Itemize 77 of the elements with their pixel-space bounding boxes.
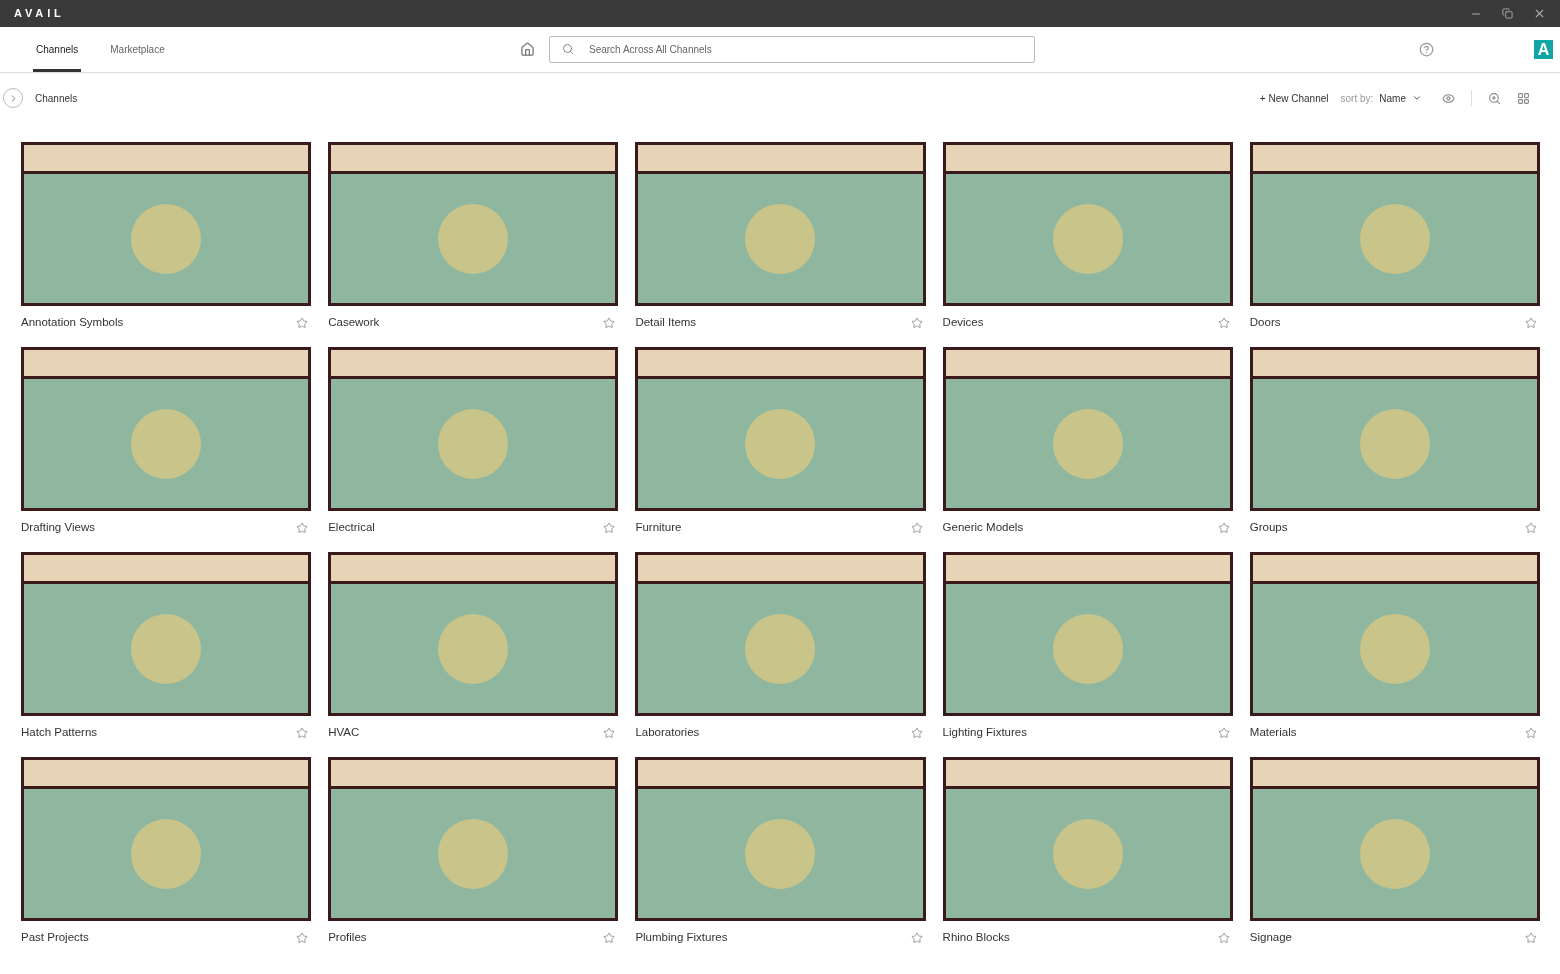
restore-icon[interactable]	[1502, 8, 1513, 19]
channel-name[interactable]: Doors	[1249, 314, 1281, 332]
channel-name[interactable]: Past Projects	[21, 929, 89, 947]
star-icon[interactable]	[1217, 522, 1230, 534]
star-icon[interactable]	[603, 317, 616, 329]
thumbnail-image[interactable]	[942, 142, 1233, 306]
thumbnail-image[interactable]	[942, 347, 1233, 511]
channel-name[interactable]: Hatch Patterns	[21, 724, 98, 742]
app-logo: AVAIL	[14, 6, 65, 22]
star-icon[interactable]	[296, 727, 309, 739]
channel-name[interactable]: Lighting Fixtures	[942, 724, 1027, 742]
thumbnail-image[interactable]	[21, 142, 312, 306]
grid-view-icon[interactable]	[1517, 91, 1530, 105]
channel-name[interactable]: Devices	[942, 314, 984, 332]
eye-icon[interactable]	[1442, 91, 1455, 105]
star-icon[interactable]	[603, 727, 616, 739]
channel-name[interactable]: Electrical	[328, 519, 375, 537]
thumbnail-image[interactable]	[1249, 142, 1540, 306]
thumbnail-image[interactable]	[942, 552, 1233, 716]
star-icon[interactable]	[1525, 317, 1537, 329]
thumbnail-image[interactable]	[328, 347, 619, 511]
star-icon[interactable]	[1217, 317, 1230, 329]
close-icon[interactable]	[1533, 7, 1546, 20]
channel-name[interactable]: Plumbing Fixtures	[635, 929, 728, 947]
star-icon[interactable]	[296, 522, 309, 534]
channel-name[interactable]: Annotation Symbols	[21, 314, 124, 332]
star-icon[interactable]	[910, 727, 923, 739]
thumbnail-image[interactable]	[1249, 757, 1540, 921]
channel-name[interactable]: Signage	[1249, 929, 1292, 947]
star-icon[interactable]	[1525, 522, 1537, 534]
star-icon[interactable]	[603, 932, 616, 944]
sort-label: sort by:	[1340, 91, 1374, 106]
caret-icon	[1412, 93, 1422, 103]
thumbnail-image[interactable]	[635, 142, 926, 306]
star-icon[interactable]	[296, 317, 309, 329]
sort-dropdown[interactable]: Name	[1379, 90, 1422, 106]
star-icon[interactable]	[603, 522, 616, 534]
thumbnail-image[interactable]	[942, 757, 1233, 921]
channel-name[interactable]: Drafting Views	[21, 519, 95, 537]
thumbnail-image[interactable]	[21, 552, 312, 716]
channel-name[interactable]: Profiles	[328, 929, 367, 947]
thumbnail-image[interactable]	[635, 552, 926, 716]
channel-name[interactable]: Materials	[1249, 724, 1297, 742]
star-icon[interactable]	[296, 932, 309, 944]
channel-name[interactable]: Casework	[328, 314, 380, 332]
star-icon[interactable]	[910, 522, 923, 534]
thumbnail-image[interactable]	[635, 757, 926, 921]
channel-name[interactable]: Generic Models	[942, 519, 1024, 537]
channel-name[interactable]: HVAC	[328, 724, 360, 742]
thumbnail-image[interactable]	[328, 142, 619, 306]
star-icon[interactable]	[1217, 932, 1230, 944]
help-icon[interactable]	[1419, 42, 1434, 57]
new-channel-link[interactable]: + New Channel	[1259, 90, 1329, 106]
star-icon[interactable]	[1525, 727, 1537, 739]
channel-name[interactable]: Laboratories	[635, 724, 700, 742]
nav-tab[interactable]: Marketplace	[110, 27, 165, 72]
channel-name[interactable]: Rhino Blocks	[942, 929, 1010, 947]
search-icon	[562, 43, 574, 55]
thumbnail-image[interactable]	[1249, 347, 1540, 511]
zoom-in-icon[interactable]	[1488, 91, 1501, 105]
breadcrumb-label: Channels	[35, 91, 78, 106]
channel-name[interactable]: Groups	[1249, 519, 1288, 537]
thumbnail-image[interactable]	[21, 347, 312, 511]
channel-name[interactable]: Detail Items	[635, 314, 697, 332]
thumbnail-image[interactable]	[328, 757, 619, 921]
channel-name[interactable]: Furniture	[635, 519, 682, 537]
star-icon[interactable]	[1217, 727, 1230, 739]
search-field[interactable]: Search Across All Channels	[549, 36, 1035, 63]
thumbnail-image[interactable]	[328, 552, 619, 716]
star-icon[interactable]	[1525, 932, 1537, 944]
home-icon[interactable]	[520, 42, 535, 57]
star-icon[interactable]	[910, 932, 923, 944]
thumbnail-image[interactable]	[1249, 552, 1540, 716]
thumbnail-image[interactable]	[21, 757, 312, 921]
nav-tab[interactable]: Channels	[33, 27, 82, 72]
star-icon[interactable]	[910, 317, 923, 329]
thumbnail-image[interactable]	[635, 347, 926, 511]
